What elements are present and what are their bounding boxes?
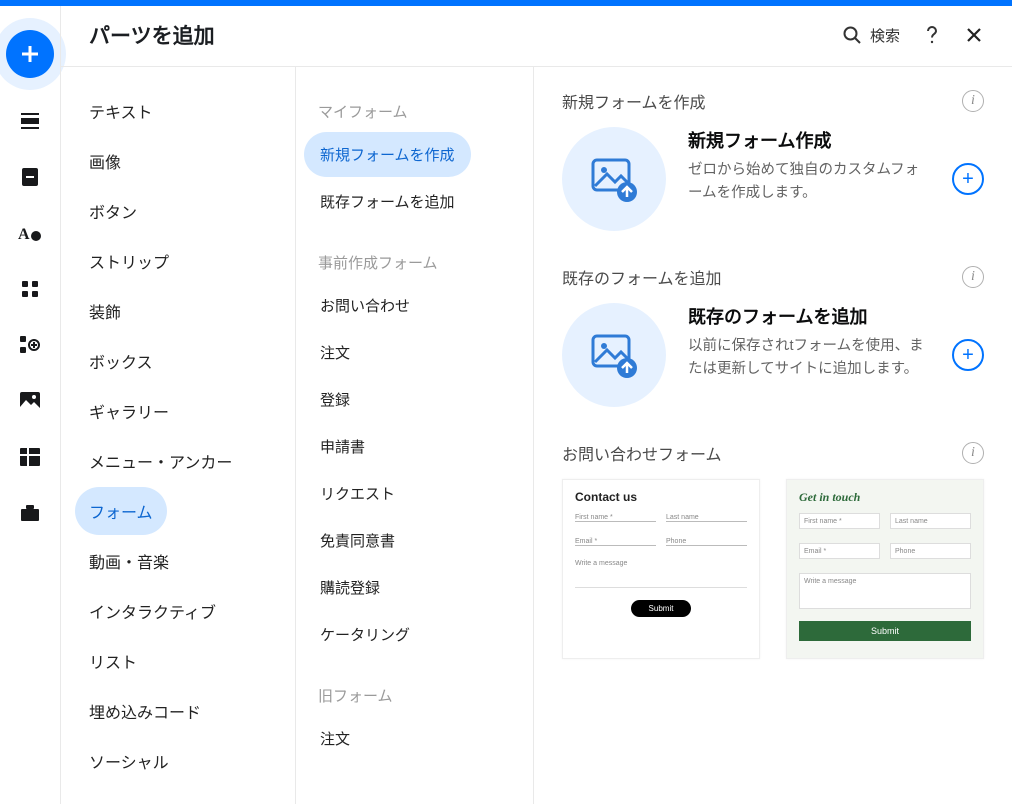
preview-field: Email * [575, 536, 656, 546]
form-preview-contact-us[interactable]: Contact us First name * Last name Email *… [562, 479, 760, 659]
panel-body: テキスト 画像 ボタン ストリップ 装飾 ボックス ギャラリー メニュー・アンカ… [61, 67, 1012, 804]
sub-subscribe[interactable]: 購読登録 [304, 565, 396, 610]
header-actions: 検索 [842, 25, 984, 46]
close-icon [966, 27, 982, 43]
help-button[interactable] [922, 25, 942, 45]
cat-text[interactable]: テキスト [75, 87, 167, 135]
cat-image[interactable]: 画像 [75, 137, 135, 185]
add-existing-form-button[interactable]: + [952, 339, 984, 371]
preview-field: Write a message [575, 560, 747, 588]
sub-contact[interactable]: お問い合わせ [304, 283, 426, 328]
table-icon[interactable] [17, 444, 43, 470]
info-button-existing[interactable]: i [962, 266, 984, 288]
existing-form-thumb[interactable] [562, 303, 666, 407]
info-button-contact[interactable]: i [962, 442, 984, 464]
preview-field: Email * [799, 543, 880, 559]
section-new-form: 新規フォームを作成 i [562, 89, 984, 231]
subhead-myforms: マイフォーム [304, 93, 525, 130]
cat-list[interactable]: リスト [75, 637, 151, 685]
sub-order[interactable]: 注文 [304, 330, 366, 375]
section-existing-form: 既存のフォームを追加 i [562, 265, 984, 407]
preview-field: Last name [890, 513, 971, 529]
preview-field: First name * [575, 512, 656, 522]
image-upload-icon [587, 328, 641, 382]
cat-embed[interactable]: 埋め込みコード [75, 687, 215, 735]
preview-heading: Contact us [575, 490, 747, 504]
cat-button[interactable]: ボタン [75, 187, 151, 235]
close-button[interactable] [964, 25, 984, 45]
cat-payment[interactable]: 支払い [75, 787, 151, 804]
sub-request[interactable]: リクエスト [304, 471, 411, 516]
card-desc-new: ゼロから始めて独自のカスタムフォームを作成します。 [688, 159, 930, 205]
sub-create-new[interactable]: 新規フォームを作成 [304, 132, 471, 177]
cat-video[interactable]: 動画・音楽 [75, 537, 183, 585]
card-title-existing: 既存のフォームを追加 [688, 303, 930, 329]
help-icon [926, 26, 938, 44]
sub-catering[interactable]: ケータリング [304, 612, 426, 657]
form-preview-get-in-touch[interactable]: Get in touch First name * Last name Email… [786, 479, 984, 659]
preview-field: Write a message [799, 573, 971, 609]
design-icon[interactable]: A [17, 220, 43, 246]
content-column: 新規フォームを作成 i [534, 67, 1012, 804]
section-title-new: 新規フォームを作成 [562, 89, 706, 113]
sub-application[interactable]: 申請書 [304, 424, 381, 469]
plus-icon [20, 44, 40, 64]
new-form-thumb[interactable] [562, 127, 666, 231]
section-contact-form: お問い合わせフォーム i Contact us First name * Last… [562, 441, 984, 659]
manage-icon[interactable] [17, 332, 43, 358]
preview-submit: Submit [631, 600, 691, 617]
add-panel: パーツを追加 検索 テキスト 画像 ボタン ストリップ [60, 0, 1012, 804]
category-list: テキスト 画像 ボタン ストリップ 装飾 ボックス ギャラリー メニュー・アンカ… [61, 67, 296, 804]
svg-text:A: A [18, 226, 30, 243]
section-title-existing: 既存のフォームを追加 [562, 265, 722, 289]
subhead-old: 旧フォーム [304, 677, 525, 714]
subcategory-list: マイフォーム 新規フォームを作成 既存フォームを追加 事前作成フォーム お問い合… [296, 67, 534, 804]
panel-title: パーツを追加 [89, 20, 215, 50]
media-icon[interactable] [17, 388, 43, 414]
preview-field: Phone [666, 536, 747, 546]
top-accent-bar [0, 0, 1012, 6]
search-label: 検索 [870, 25, 900, 46]
business-icon[interactable] [17, 500, 43, 526]
cat-interactive[interactable]: インタラクティブ [75, 587, 230, 635]
sub-add-existing[interactable]: 既存フォームを追加 [304, 179, 471, 224]
card-desc-existing: 以前に保存されtフォームを使用、または更新してサイトに追加します。 [688, 335, 930, 381]
add-new-form-button[interactable]: + [952, 163, 984, 195]
preview-field: First name * [799, 513, 880, 529]
info-button-new[interactable]: i [962, 90, 984, 112]
page-icon[interactable] [17, 164, 43, 190]
section-title-contact: お問い合わせフォーム [562, 441, 722, 465]
panel-header: パーツを追加 検索 [61, 0, 1012, 67]
cat-menu[interactable]: メニュー・アンカー [75, 437, 246, 485]
add-button[interactable] [6, 30, 54, 78]
cat-form[interactable]: フォーム [75, 487, 167, 535]
preview-submit: Submit [799, 621, 971, 641]
cat-strip[interactable]: ストリップ [75, 237, 183, 285]
icon-sidebar: A [0, 0, 60, 804]
section-icon[interactable] [17, 108, 43, 134]
card-title-new: 新規フォーム作成 [688, 127, 930, 153]
sub-old-order[interactable]: 注文 [304, 716, 366, 761]
preview-field: Phone [890, 543, 971, 559]
cat-box[interactable]: ボックス [75, 337, 167, 385]
subhead-premade: 事前作成フォーム [304, 244, 525, 281]
sub-register[interactable]: 登録 [304, 377, 366, 422]
preview-heading: Get in touch [799, 490, 971, 505]
preview-field: Last name [666, 512, 747, 522]
cat-gallery[interactable]: ギャラリー [75, 387, 183, 435]
search-button[interactable]: 検索 [842, 25, 900, 46]
image-upload-icon [587, 152, 641, 206]
cat-decorative[interactable]: 装飾 [75, 287, 135, 335]
sub-waiver[interactable]: 免責同意書 [304, 518, 411, 563]
apps-icon[interactable] [17, 276, 43, 302]
search-icon [842, 25, 862, 45]
cat-social[interactable]: ソーシャル [75, 737, 183, 785]
